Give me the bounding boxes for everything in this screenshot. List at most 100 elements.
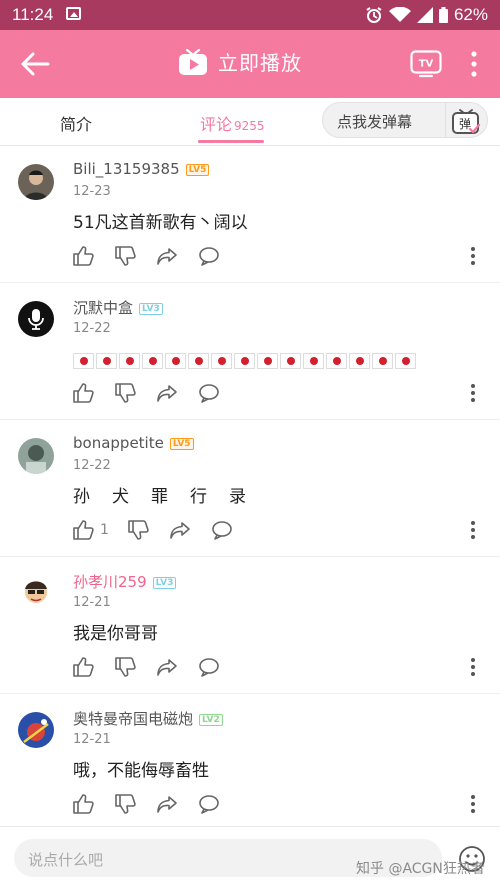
like-icon[interactable] bbox=[72, 793, 94, 815]
reply-icon[interactable] bbox=[198, 245, 220, 267]
comment-more-icon[interactable] bbox=[466, 383, 480, 403]
japan-flag-emoji bbox=[234, 353, 255, 369]
username[interactable]: 沉默中盒 LV3 bbox=[73, 297, 163, 318]
cast-tv-icon[interactable]: TV bbox=[410, 50, 442, 78]
reply-icon[interactable] bbox=[198, 382, 220, 404]
japan-flag-emoji bbox=[119, 353, 140, 369]
comment-actions bbox=[72, 655, 240, 679]
comment-input-bar: 说点什么吧 bbox=[0, 826, 500, 888]
comment-item: 孙孝川259 LV3 12-21 我是你哥哥 bbox=[0, 557, 500, 694]
status-bar: 11:24 62% bbox=[0, 0, 500, 30]
danmaku-icon[interactable]: 弹 bbox=[451, 109, 481, 135]
japan-flag-emoji bbox=[142, 353, 163, 369]
japan-flag-emoji bbox=[280, 353, 301, 369]
dislike-icon[interactable] bbox=[114, 793, 136, 815]
page-title: 立即播放 bbox=[218, 51, 302, 75]
like-icon[interactable] bbox=[72, 656, 94, 678]
japan-flag-emoji bbox=[73, 353, 94, 369]
level-badge: LV5 bbox=[185, 164, 210, 176]
avatar[interactable] bbox=[18, 712, 54, 748]
level-badge: LV5 bbox=[169, 438, 194, 450]
comment-more-icon[interactable] bbox=[466, 246, 480, 266]
like-count: 1 bbox=[100, 522, 109, 538]
dislike-icon[interactable] bbox=[114, 382, 136, 404]
avatar[interactable] bbox=[18, 301, 54, 337]
japan-flag-emoji bbox=[349, 353, 370, 369]
battery-icon bbox=[438, 7, 448, 23]
tv-play-icon bbox=[179, 48, 207, 75]
tab-intro[interactable]: 简介 bbox=[60, 111, 92, 135]
signal-icon bbox=[416, 7, 433, 23]
level-badge: LV3 bbox=[152, 577, 177, 589]
wifi-icon bbox=[388, 7, 411, 22]
avatar[interactable] bbox=[18, 575, 54, 611]
japan-flag-emoji bbox=[326, 353, 347, 369]
dislike-icon[interactable] bbox=[127, 519, 149, 541]
danmaku-button-label: 点我发弹幕 bbox=[337, 113, 413, 131]
avatar[interactable] bbox=[18, 438, 54, 474]
dislike-icon[interactable] bbox=[114, 656, 136, 678]
comment-more-icon[interactable] bbox=[466, 520, 480, 540]
reply-icon[interactable] bbox=[198, 656, 220, 678]
japan-flag-emoji bbox=[165, 353, 186, 369]
comment-more-icon[interactable] bbox=[466, 657, 480, 677]
japan-flag-emoji bbox=[303, 353, 324, 369]
comment-date: 12-21 bbox=[73, 595, 111, 610]
comment-actions bbox=[72, 792, 240, 816]
comment-date: 12-21 bbox=[73, 732, 111, 747]
share-icon[interactable] bbox=[156, 656, 178, 678]
username-text: bonappetite bbox=[73, 434, 164, 452]
tab-bar: 简介 评论 9255 点我发弹幕 弹 bbox=[0, 98, 500, 146]
comment-item: bonappetite LV5 12-22 孙犬罪行录 1 bbox=[0, 420, 500, 557]
username[interactable]: 奥特曼帝国电磁炮 LV2 bbox=[73, 708, 223, 729]
image-notification-icon bbox=[66, 7, 81, 20]
tab-comments-label: 评论 bbox=[200, 115, 233, 134]
active-tab-indicator bbox=[198, 140, 264, 143]
comment-actions: 1 bbox=[72, 518, 253, 542]
tv-label: TV bbox=[419, 59, 434, 70]
tab-comments[interactable]: 评论 9255 bbox=[200, 111, 265, 135]
reply-icon[interactable] bbox=[198, 793, 220, 815]
share-icon[interactable] bbox=[156, 382, 178, 404]
comment-more-icon[interactable] bbox=[466, 794, 480, 814]
japan-flag-emoji bbox=[211, 353, 232, 369]
comment-item: 沉默中盒 LV3 12-22 bbox=[0, 283, 500, 420]
username[interactable]: Bili_13159385 LV5 bbox=[73, 160, 210, 178]
like-icon[interactable] bbox=[72, 382, 94, 404]
share-icon[interactable] bbox=[156, 245, 178, 267]
share-icon[interactable] bbox=[156, 793, 178, 815]
watermark: 知乎 @ACGN狂热者 bbox=[356, 861, 485, 877]
reply-icon[interactable] bbox=[211, 519, 233, 541]
alarm-icon bbox=[366, 7, 382, 23]
comment-text: 哦，不能侮辱畜牲 bbox=[73, 761, 209, 781]
share-icon[interactable] bbox=[169, 519, 191, 541]
comment-text: 51凡这首新歌有丶阔以 bbox=[73, 213, 248, 233]
username-text: Bili_13159385 bbox=[73, 160, 180, 178]
more-options-icon[interactable] bbox=[466, 48, 482, 80]
comment-text: 孙犬罪行录 bbox=[73, 487, 268, 507]
like-icon[interactable] bbox=[72, 245, 94, 267]
comment-text: 我是你哥哥 bbox=[73, 624, 158, 644]
back-arrow-icon[interactable] bbox=[18, 48, 52, 80]
username[interactable]: 孙孝川259 LV3 bbox=[73, 571, 177, 592]
comment-actions bbox=[72, 244, 240, 268]
username[interactable]: bonappetite LV5 bbox=[73, 434, 194, 452]
dislike-icon[interactable] bbox=[114, 245, 136, 267]
avatar[interactable] bbox=[18, 164, 54, 200]
japan-flag-emoji bbox=[96, 353, 117, 369]
danmaku-divider bbox=[445, 103, 446, 137]
comment-item: 奥特曼帝国电磁炮 LV2 12-21 哦，不能侮辱畜牲 bbox=[0, 694, 500, 831]
level-badge: LV2 bbox=[199, 714, 223, 726]
japan-flag-emoji bbox=[257, 353, 278, 369]
username-text: 奥特曼帝国电磁炮 bbox=[73, 710, 194, 728]
flag-emoji-row bbox=[73, 353, 416, 369]
comment-date: 12-22 bbox=[73, 321, 111, 336]
comment-date: 12-23 bbox=[73, 184, 111, 199]
username-text: 孙孝川259 bbox=[73, 573, 147, 591]
play-now-button[interactable]: 立即播放 bbox=[178, 47, 302, 76]
japan-flag-emoji bbox=[395, 353, 416, 369]
japan-flag-emoji bbox=[372, 353, 393, 369]
like-icon[interactable] bbox=[72, 519, 94, 541]
send-danmaku-button[interactable]: 点我发弹幕 弹 bbox=[322, 102, 488, 138]
comment-actions bbox=[72, 381, 240, 405]
